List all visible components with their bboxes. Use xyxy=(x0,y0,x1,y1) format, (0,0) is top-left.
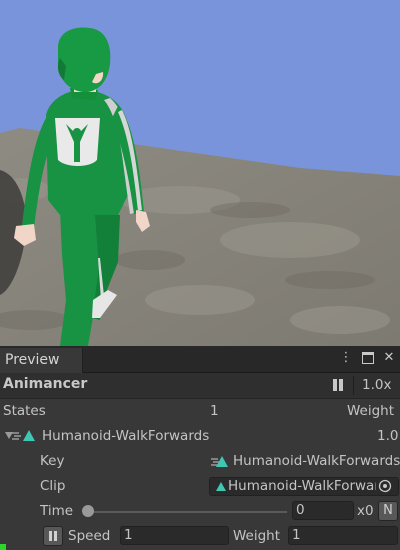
speed-lines-icon xyxy=(12,432,21,440)
header-divider xyxy=(353,376,354,395)
time-row: Time 0 x0 N xyxy=(0,499,400,524)
clip-icon xyxy=(216,456,228,467)
time-label: Time xyxy=(40,503,74,519)
clip-value: Humanoid-WalkForwards xyxy=(228,478,376,494)
clip-icon xyxy=(23,430,35,441)
state-pause-button[interactable] xyxy=(43,526,63,546)
maximize-icon[interactable] xyxy=(360,350,376,366)
weight-label: Weight xyxy=(233,528,281,544)
preview-panel: Preview ⋮ ✕ Animancer 1.0x States 1 Weig… xyxy=(0,346,400,550)
key-row: Key Humanoid-WalkForwards xyxy=(0,449,400,474)
time-slider-track[interactable] xyxy=(88,511,287,513)
object-picker-icon[interactable] xyxy=(378,479,392,493)
time-slider-handle[interactable] xyxy=(82,505,94,517)
tab-preview-label: Preview xyxy=(5,352,60,368)
pause-icon xyxy=(54,531,57,541)
speed-weight-row: Speed 1 Weight 1 xyxy=(0,524,400,549)
playback-speed[interactable]: 1.0x xyxy=(362,377,391,393)
speed-input[interactable]: 1 xyxy=(120,526,229,545)
states-weight-label: Weight xyxy=(347,403,395,419)
state-name: Humanoid-WalkForwards xyxy=(42,428,210,444)
clip-object-field[interactable]: Humanoid-WalkForwards xyxy=(209,477,399,496)
close-icon[interactable]: ✕ xyxy=(381,350,397,366)
state-weight: 1.0 xyxy=(377,428,399,444)
clip-label: Clip xyxy=(40,478,66,494)
window-tab-bar: Preview ⋮ ✕ xyxy=(0,346,400,373)
states-count: 1 xyxy=(210,403,219,419)
pause-icon xyxy=(49,531,52,541)
clip-icon xyxy=(216,482,226,491)
tab-preview[interactable]: Preview xyxy=(0,348,83,373)
states-label: States xyxy=(3,403,46,419)
key-label: Key xyxy=(40,453,65,469)
time-suffix: x0 xyxy=(357,503,374,519)
animancer-title: Animancer xyxy=(3,376,88,392)
state-row[interactable]: Humanoid-WalkForwards 1.0 xyxy=(0,424,400,449)
normalize-time-button[interactable]: N xyxy=(378,501,398,521)
speed-label: Speed xyxy=(68,528,111,544)
scene-viewport[interactable] xyxy=(0,0,400,346)
states-row: States 1 Weight xyxy=(0,399,400,424)
pause-icon[interactable] xyxy=(332,379,344,391)
weight-input[interactable]: 1 xyxy=(288,526,398,545)
time-input[interactable]: 0 xyxy=(292,501,354,520)
kebab-menu-icon[interactable]: ⋮ xyxy=(338,350,354,366)
animancer-header: Animancer 1.0x xyxy=(0,373,400,399)
status-indicator xyxy=(0,544,6,550)
key-value: Humanoid-WalkForwards xyxy=(233,453,400,469)
scene-render xyxy=(0,0,400,346)
clip-row: Clip Humanoid-WalkForwards xyxy=(0,474,400,499)
